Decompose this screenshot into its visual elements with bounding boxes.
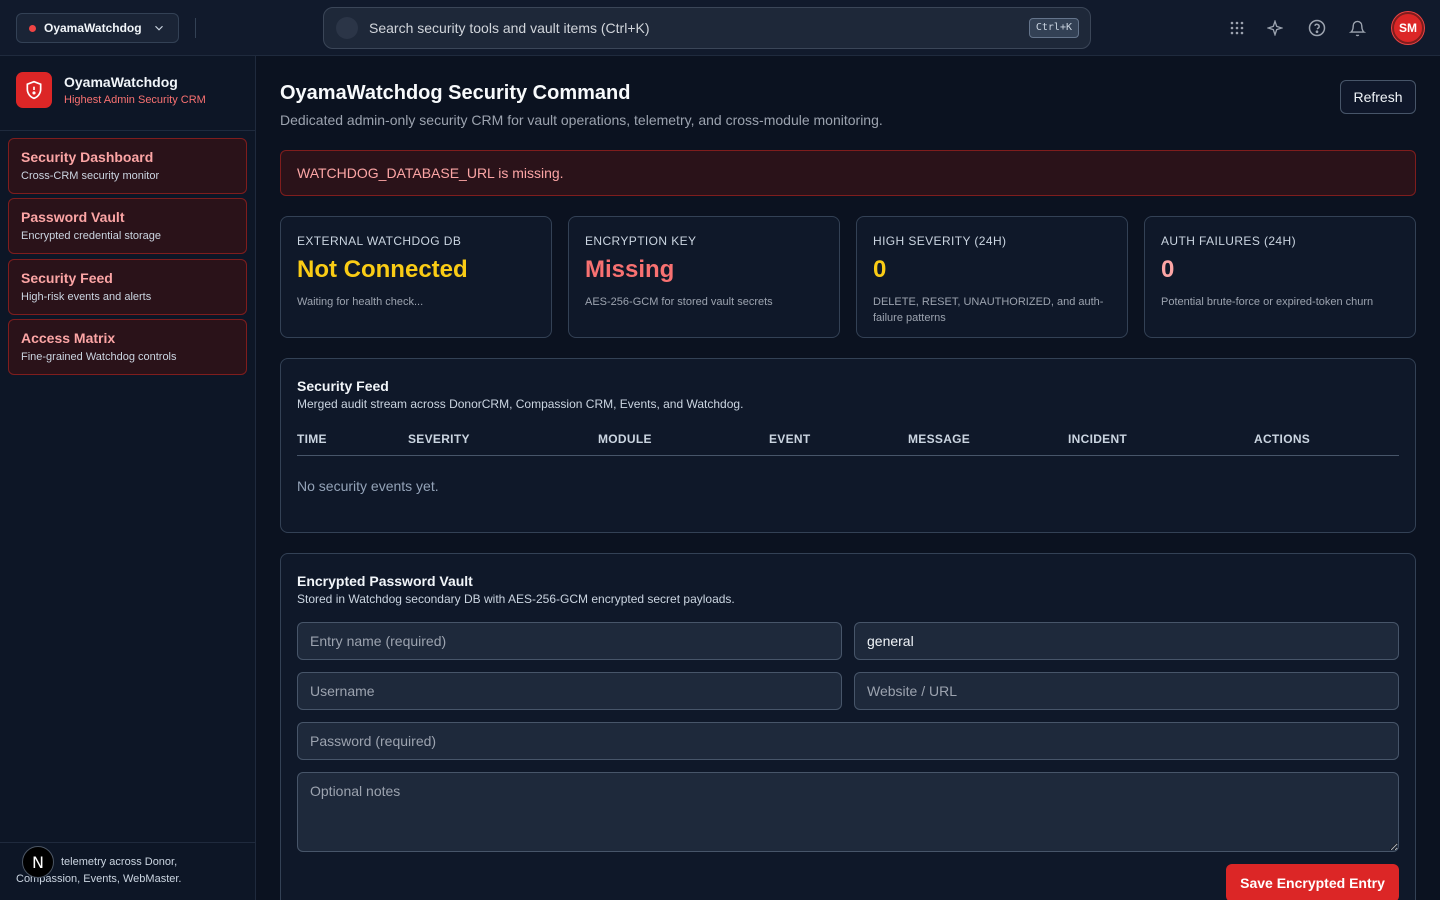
sidebar-item-sublabel: Encrypted credential storage bbox=[21, 230, 162, 242]
empty-state-text: No security events yet. bbox=[297, 478, 439, 494]
website-url-input[interactable] bbox=[854, 672, 1399, 710]
stat-label: AUTH FAILURES (24H) bbox=[1161, 234, 1296, 248]
bell-icon[interactable] bbox=[1347, 18, 1367, 38]
chevron-down-icon bbox=[155, 25, 163, 31]
search-placeholder: Search security tools and vault items (C… bbox=[369, 20, 650, 36]
stat-label: EXTERNAL WATCHDOG DB bbox=[297, 234, 462, 248]
save-encrypted-entry-button[interactable]: Save Encrypted Entry bbox=[1226, 864, 1399, 900]
security-feed-panel: Security Feed Merged audit stream across… bbox=[280, 358, 1416, 533]
page-subtitle: Dedicated admin-only security CRM for va… bbox=[280, 112, 883, 128]
password-input[interactable] bbox=[297, 722, 1399, 760]
sidebar-item-label: Security Feed bbox=[21, 270, 113, 286]
column-header-actions: ACTIONS bbox=[1254, 432, 1311, 446]
sidebar-item-label: Access Matrix bbox=[21, 330, 116, 346]
error-alert: WATCHDOG_DATABASE_URL is missing. bbox=[280, 150, 1416, 196]
apps-grid-icon[interactable] bbox=[1227, 18, 1247, 38]
user-avatar[interactable]: SM bbox=[1392, 12, 1424, 44]
divider bbox=[0, 842, 255, 843]
sidebar-item-sublabel: Fine-grained Watchdog controls bbox=[21, 351, 177, 363]
shortcut-badge: Ctrl+K bbox=[1028, 18, 1079, 38]
entry-name-input[interactable] bbox=[297, 622, 842, 660]
stat-card-encryption-key: ENCRYPTION KEY Missing AES-256-GCM for s… bbox=[568, 216, 840, 338]
dev-tools-badge[interactable]: N bbox=[22, 846, 54, 878]
sidebar-item-label: Password Vault bbox=[21, 209, 125, 225]
divider bbox=[195, 18, 196, 38]
sidebar-item-security-feed[interactable]: Security Feed High-risk events and alert… bbox=[8, 259, 247, 315]
sidebar-item-sublabel: High-risk events and alerts bbox=[21, 291, 152, 303]
refresh-button[interactable]: Refresh bbox=[1340, 80, 1416, 114]
stat-label: ENCRYPTION KEY bbox=[585, 234, 697, 248]
stat-card-database: EXTERNAL WATCHDOG DB Not Connected Waiti… bbox=[280, 216, 552, 338]
sparkle-icon[interactable] bbox=[1265, 18, 1285, 38]
search-icon bbox=[336, 17, 358, 39]
app-switcher[interactable]: OyamaWatchdog bbox=[16, 13, 179, 43]
column-header-incident: INCIDENT bbox=[1068, 432, 1128, 446]
stat-value: Not Connected bbox=[297, 256, 468, 283]
username-input[interactable] bbox=[297, 672, 842, 710]
sidebar-item-security-dashboard[interactable]: Security Dashboard Cross-CRM security mo… bbox=[8, 138, 247, 194]
search-bar[interactable]: Search security tools and vault items (C… bbox=[323, 7, 1091, 49]
panel-subtitle: Stored in Watchdog secondary DB with AES… bbox=[297, 592, 735, 606]
shield-logo-icon bbox=[16, 72, 52, 108]
stat-label: HIGH SEVERITY (24H) bbox=[873, 234, 1007, 248]
password-vault-panel: Encrypted Password Vault Stored in Watch… bbox=[280, 553, 1416, 900]
sidebar-item-label: Security Dashboard bbox=[21, 149, 154, 165]
app-switcher-label: OyamaWatchdog bbox=[44, 21, 142, 35]
sidebar-item-sublabel: Cross-CRM security monitor bbox=[21, 170, 160, 182]
stat-value: 0 bbox=[873, 256, 887, 283]
column-header-message: MESSAGE bbox=[908, 432, 971, 446]
panel-title: Encrypted Password Vault bbox=[297, 573, 473, 589]
sidebar-item-password-vault[interactable]: Password Vault Encrypted credential stor… bbox=[8, 198, 247, 254]
stat-description: Potential brute-force or expired-token c… bbox=[1161, 296, 1374, 308]
panel-title: Security Feed bbox=[297, 378, 389, 394]
notes-textarea[interactable] bbox=[297, 772, 1399, 852]
panel-subtitle: Merged audit stream across DonorCRM, Com… bbox=[297, 397, 744, 411]
status-dot bbox=[29, 24, 36, 32]
category-input[interactable] bbox=[854, 622, 1399, 660]
help-icon[interactable] bbox=[1307, 18, 1327, 38]
stat-value: 0 bbox=[1161, 256, 1175, 283]
divider bbox=[0, 130, 255, 131]
stat-description: DELETE, RESET, UNAUTHORIZED, and auth-fa… bbox=[873, 296, 1104, 324]
brand-name: OyamaWatchdog bbox=[64, 74, 178, 90]
page-title: OyamaWatchdog Security Command bbox=[280, 82, 631, 104]
table-header-divider bbox=[297, 455, 1399, 456]
stat-card-auth-failures: AUTH FAILURES (24H) 0 Potential brute-fo… bbox=[1144, 216, 1416, 338]
stat-description: AES-256-GCM for stored vault secrets bbox=[585, 296, 773, 308]
stat-value: Missing bbox=[585, 256, 675, 283]
column-header-module: MODULE bbox=[598, 432, 652, 446]
stat-description: Waiting for health check... bbox=[297, 296, 424, 308]
column-header-event: EVENT bbox=[769, 432, 811, 446]
sidebar-item-access-matrix[interactable]: Access Matrix Fine-grained Watchdog cont… bbox=[8, 319, 247, 375]
top-bar: OyamaWatchdog Search security tools and … bbox=[0, 0, 1440, 56]
column-header-severity: SEVERITY bbox=[408, 432, 470, 446]
sidebar: OyamaWatchdog Highest Admin Security CRM… bbox=[0, 56, 256, 900]
column-header-time: TIME bbox=[297, 432, 327, 446]
brand-subtitle: Highest Admin Security CRM bbox=[64, 94, 206, 106]
stat-card-high-severity: HIGH SEVERITY (24H) 0 DELETE, RESET, UNA… bbox=[856, 216, 1128, 338]
